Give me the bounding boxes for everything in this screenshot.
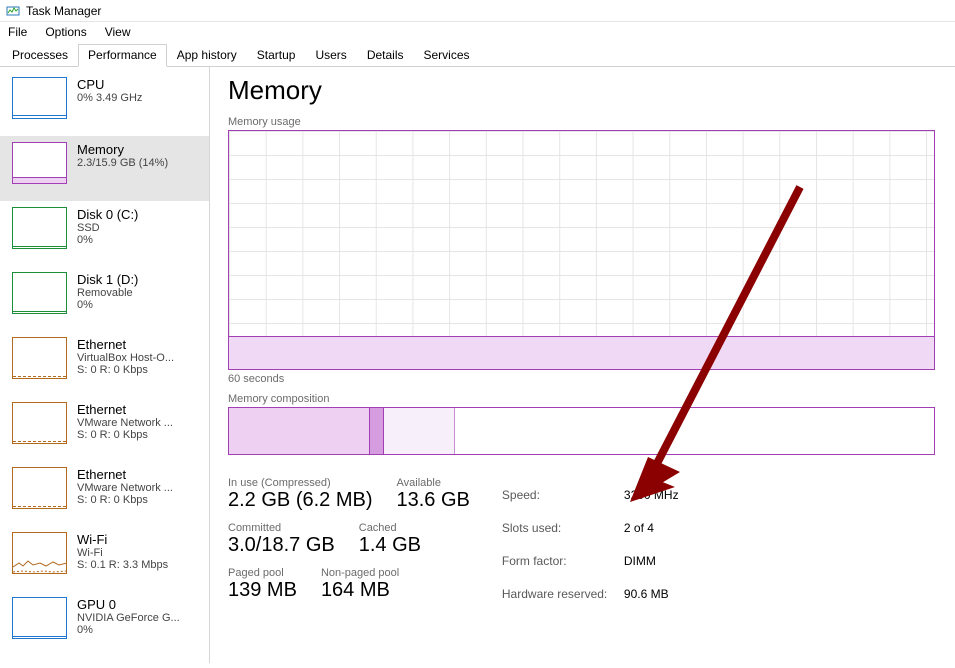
memory-usage-chart [228,130,935,370]
sidebar-disk0-title: Disk 0 (C:) [77,207,138,222]
sidebar-item-cpu[interactable]: CPU 0% 3.49 GHz [0,71,209,136]
sidebar-eth2-title: Ethernet [77,467,173,482]
sidebar-eth2-sub2: S: 0 R: 0 Kbps [77,494,173,506]
main-panel: Memory Memory usage 60 seconds Memory co… [210,67,955,663]
performance-sidebar: CPU 0% 3.49 GHz Memory 2.3/15.9 GB (14%)… [0,67,210,663]
commit-value: 3.0/18.7 GB [228,534,335,557]
comp-seg-modified [370,408,384,454]
memory-usage-fill [229,336,934,369]
inuse-value: 2.2 GB (6.2 MB) [228,489,373,512]
tab-bar: Processes Performance App history Startu… [0,43,955,67]
menu-options[interactable]: Options [45,25,86,39]
avail-value: 13.6 GB [397,489,470,512]
axis-left-label: 60 seconds [228,373,284,385]
sidebar-eth1-sub2: S: 0 R: 0 Kbps [77,429,173,441]
sidebar-eth1-sub: VMware Network ... [77,417,173,429]
sidebar-eth0-sub2: S: 0 R: 0 Kbps [77,364,174,376]
sidebar-eth2-sub: VMware Network ... [77,482,173,494]
sidebar-memory-sub: 2.3/15.9 GB (14%) [77,157,168,169]
sidebar-item-disk0[interactable]: Disk 0 (C:) SSD 0% [0,201,209,266]
title-bar: Task Manager [0,0,955,22]
menu-file[interactable]: File [8,25,27,39]
nonpaged-label: Non-paged pool [321,567,399,579]
memory-info-table: Speed: 3200 MHz Slots used: 2 of 4 Form … [500,477,687,612]
tab-startup[interactable]: Startup [247,44,306,67]
cached-label: Cached [359,522,421,534]
avail-label: Available [397,477,470,489]
menu-view[interactable]: View [105,25,131,39]
memory-thumb [12,142,67,184]
sidebar-item-eth2[interactable]: Ethernet VMware Network ... S: 0 R: 0 Kb… [0,461,209,526]
nonpaged-value: 164 MB [321,579,399,602]
tab-services[interactable]: Services [414,44,480,67]
sidebar-cpu-title: CPU [77,77,142,92]
app-icon [6,4,20,18]
sidebar-eth1-title: Ethernet [77,402,173,417]
sidebar-eth0-sub: VirtualBox Host-O... [77,352,174,364]
comp-seg-standby [384,408,455,454]
speed-value: 3200 MHz [624,479,685,510]
eth2-thumb [12,467,67,509]
sidebar-item-gpu[interactable]: GPU 0 NVIDIA GeForce G... 0% [0,591,209,656]
paged-value: 139 MB [228,579,297,602]
cached-value: 1.4 GB [359,534,421,557]
menu-bar: File Options View [0,22,955,43]
sidebar-eth0-title: Ethernet [77,337,174,352]
sidebar-memory-title: Memory [77,142,168,157]
commit-label: Committed [228,522,335,534]
cpu-thumb [12,77,67,119]
sidebar-item-eth0[interactable]: Ethernet VirtualBox Host-O... S: 0 R: 0 … [0,331,209,396]
memory-composition-chart [228,407,935,455]
eth0-thumb [12,337,67,379]
slots-value: 2 of 4 [624,512,685,543]
inuse-label: In use (Compressed) [228,477,373,489]
window-title: Task Manager [26,4,101,18]
paged-label: Paged pool [228,567,297,579]
sidebar-disk1-sub2: 0% [77,299,138,311]
sidebar-item-eth1[interactable]: Ethernet VMware Network ... S: 0 R: 0 Kb… [0,396,209,461]
wifi-thumb [12,532,67,574]
hw-label: Hardware reserved: [502,579,622,610]
sidebar-wifi-sub2: S: 0.1 R: 3.3 Mbps [77,559,168,571]
form-value: DIMM [624,546,685,577]
tab-users[interactable]: Users [305,44,356,67]
sidebar-gpu-title: GPU 0 [77,597,180,612]
disk0-thumb [12,207,67,249]
tab-processes[interactable]: Processes [2,44,78,67]
tab-performance[interactable]: Performance [78,44,167,67]
sidebar-wifi-title: Wi-Fi [77,532,168,547]
form-label: Form factor: [502,546,622,577]
hw-value: 90.6 MB [624,579,685,610]
sidebar-disk0-sub2: 0% [77,234,138,246]
sidebar-item-wifi[interactable]: Wi-Fi Wi-Fi S: 0.1 R: 3.3 Mbps [0,526,209,591]
sidebar-gpu-sub2: 0% [77,624,180,636]
memory-comp-label: Memory composition [228,393,955,405]
sidebar-disk1-title: Disk 1 (D:) [77,272,138,287]
sidebar-item-memory[interactable]: Memory 2.3/15.9 GB (14%) [0,136,209,201]
sidebar-cpu-sub: 0% 3.49 GHz [77,92,142,104]
tab-details[interactable]: Details [357,44,414,67]
sidebar-disk0-sub: SSD [77,222,138,234]
page-title: Memory [228,75,955,106]
sidebar-disk1-sub: Removable [77,287,138,299]
disk1-thumb [12,272,67,314]
eth1-thumb [12,402,67,444]
slots-label: Slots used: [502,512,622,543]
memory-usage-label: Memory usage [228,116,955,128]
gpu-thumb [12,597,67,639]
sidebar-item-disk1[interactable]: Disk 1 (D:) Removable 0% [0,266,209,331]
sidebar-gpu-sub: NVIDIA GeForce G... [77,612,180,624]
sidebar-wifi-sub: Wi-Fi [77,547,168,559]
comp-seg-inuse [229,408,370,454]
speed-label: Speed: [502,479,622,510]
tab-apphistory[interactable]: App history [167,44,247,67]
